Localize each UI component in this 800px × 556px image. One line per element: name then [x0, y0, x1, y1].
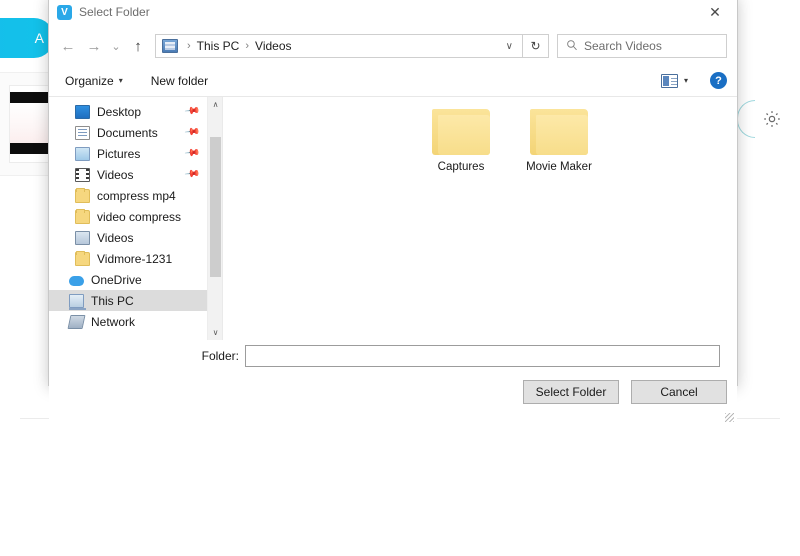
select-folder-button[interactable]: Select Folder: [523, 380, 619, 404]
folder-input[interactable]: [245, 345, 720, 367]
folder-icon: [75, 210, 90, 224]
videos-icon: [75, 168, 90, 182]
dialog-body: Desktop 📌 Documents 📌 Pictures 📌 Videos 📌 co…: [49, 97, 737, 340]
desktop-icon: [75, 105, 90, 119]
back-icon[interactable]: ←: [55, 33, 81, 59]
tree-item-onedrive[interactable]: OneDrive: [49, 269, 207, 290]
address-bar[interactable]: › This PC › Videos ∨: [155, 34, 523, 58]
bottom-action-bar: Install Desktop Version Convert: [0, 496, 800, 556]
dialog-toolbar: Organize ▾ New folder ▾ ?: [49, 65, 737, 97]
file-list-pane[interactable]: Captures Movie Maker: [222, 97, 737, 340]
app-logo-icon: V: [57, 5, 72, 20]
folder-field-row: Folder:: [49, 345, 737, 367]
folder-icon: [432, 107, 490, 155]
new-folder-button[interactable]: New folder: [151, 74, 208, 88]
cancel-button[interactable]: Cancel: [631, 380, 727, 404]
computer-icon: [69, 294, 84, 308]
dialog-button-row: Select Folder Cancel: [523, 380, 727, 404]
search-placeholder: Search Videos: [584, 39, 662, 53]
up-icon[interactable]: ↑: [125, 33, 151, 59]
tree-item-label: Videos: [97, 168, 133, 182]
chevron-down-icon: ▾: [119, 76, 123, 85]
file-item-captures[interactable]: Captures: [413, 107, 509, 173]
dialog-title-bar: V Select Folder ✕: [49, 0, 737, 27]
folder-icon: [530, 107, 588, 155]
add-files-button[interactable]: A: [0, 18, 54, 58]
pin-icon: 📌: [183, 145, 200, 161]
tree-item-compress-mp4[interactable]: compress mp4: [49, 185, 207, 206]
tree-item-label: Network: [91, 315, 135, 329]
tree-item-documents[interactable]: Documents 📌: [49, 122, 207, 143]
location-icon: [162, 39, 178, 53]
pin-icon: 📌: [183, 166, 200, 182]
tree-item-label: video compress: [97, 210, 181, 224]
tree-scrollbar[interactable]: ∧ ∨: [207, 97, 222, 340]
tree-item-label: This PC: [91, 294, 134, 308]
tree-item-label: Vidmore-1231: [97, 252, 172, 266]
tree-item-label: Pictures: [97, 147, 140, 161]
tree-item-label: compress mp4: [97, 189, 176, 203]
dialog-title: Select Folder: [79, 5, 150, 19]
tree-item-label: Documents: [97, 126, 158, 140]
cloud-icon: [69, 276, 84, 286]
file-item-movie-maker[interactable]: Movie Maker: [511, 107, 607, 173]
scroll-down-icon[interactable]: ∨: [208, 325, 223, 340]
tree-item-desktop[interactable]: Desktop 📌: [49, 101, 207, 122]
file-item-label: Movie Maker: [511, 161, 607, 173]
folder-label: Folder:: [49, 349, 245, 363]
recent-locations-icon[interactable]: ⌄: [107, 33, 125, 59]
help-icon[interactable]: ?: [710, 72, 727, 89]
tree-item-this-pc[interactable]: This PC: [49, 290, 207, 311]
dialog-footer: Folder: Select Folder Cancel: [49, 340, 737, 424]
format-strip: MP4 MOV MKV AVI M4V FLV WMV WEBM VOB MPG…: [0, 419, 800, 495]
chevron-down-icon[interactable]: ▾: [684, 76, 688, 85]
videos-library-icon: [75, 231, 90, 245]
tree-item-videos[interactable]: Videos 📌: [49, 164, 207, 185]
toolbar-right-group: ▾ ?: [661, 72, 727, 89]
documents-icon: [75, 126, 90, 140]
scroll-up-icon[interactable]: ∧: [208, 97, 223, 112]
breadcrumb-videos[interactable]: Videos: [253, 39, 293, 53]
screen-root: A: [0, 0, 800, 556]
file-item-label: Captures: [413, 161, 509, 173]
tree-item-label: Videos: [97, 231, 133, 245]
tree-item-video-compress[interactable]: video compress: [49, 206, 207, 227]
scrollbar-thumb[interactable]: [210, 137, 221, 277]
tree-item-videos-2[interactable]: Videos: [49, 227, 207, 248]
breadcrumb-separator: ›: [183, 40, 195, 52]
folder-icon: [75, 252, 90, 266]
forward-icon[interactable]: →: [81, 33, 107, 59]
chevron-down-icon[interactable]: ∨: [499, 41, 520, 52]
tree-item-label: OneDrive: [91, 273, 142, 287]
organize-menu[interactable]: Organize ▾: [65, 74, 123, 88]
tree-item-pictures[interactable]: Pictures 📌: [49, 143, 207, 164]
view-layout-icon[interactable]: [661, 74, 678, 88]
pin-icon: 📌: [183, 124, 200, 140]
search-input[interactable]: Search Videos: [557, 34, 727, 58]
select-folder-dialog: V Select Folder ✕ ← → ⌄ ↑ › This PC › Vi…: [48, 0, 738, 386]
gear-icon[interactable]: [758, 105, 786, 133]
pin-icon: 📌: [183, 103, 200, 119]
refresh-icon[interactable]: ↻: [523, 34, 549, 58]
tree-item-vidmore-1231[interactable]: Vidmore-1231: [49, 248, 207, 269]
navigation-bar: ← → ⌄ ↑ › This PC › Videos ∨ ↻ Search Vi…: [49, 27, 737, 65]
action-pill-edge[interactable]: [737, 100, 755, 138]
tree-item-network[interactable]: Network: [49, 311, 207, 332]
breadcrumb-separator: ›: [241, 40, 253, 52]
new-folder-label: New folder: [151, 74, 208, 88]
add-files-label: A: [35, 30, 44, 46]
navigation-tree: Desktop 📌 Documents 📌 Pictures 📌 Videos 📌 co…: [49, 97, 207, 340]
search-icon: [566, 39, 578, 54]
tree-item-label: Desktop: [97, 105, 141, 119]
breadcrumb-this-pc[interactable]: This PC: [195, 39, 242, 53]
organize-label: Organize: [65, 74, 114, 88]
close-icon[interactable]: ✕: [693, 0, 737, 27]
folder-icon: [75, 189, 90, 203]
network-icon: [68, 315, 86, 329]
resize-grip[interactable]: [725, 413, 734, 422]
pictures-icon: [75, 147, 90, 161]
